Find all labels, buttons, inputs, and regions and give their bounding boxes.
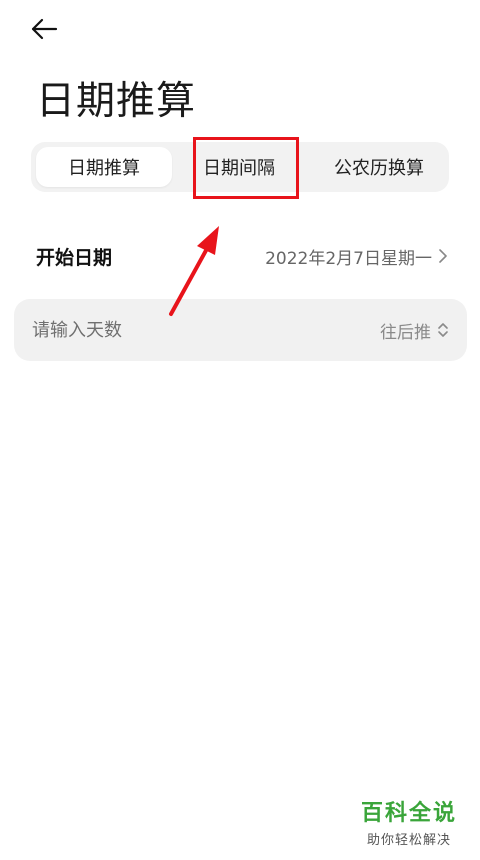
direction-selector[interactable]: 往后推	[380, 318, 449, 343]
arrow-left-icon	[31, 18, 58, 40]
highlight-box	[193, 137, 299, 199]
watermark: 百科全说 助你轻松解决	[354, 795, 464, 848]
back-button[interactable]	[30, 12, 70, 46]
days-input[interactable]	[32, 319, 272, 341]
chevron-right-icon	[439, 249, 447, 263]
start-date-value: 2022年2月7日星期一	[265, 248, 432, 269]
page-title: 日期推算	[36, 79, 197, 124]
direction-label: 往后推	[380, 322, 431, 343]
start-date-row[interactable]: 开始日期 2022年2月7日星期一	[36, 234, 448, 278]
up-down-chevron-icon	[438, 323, 448, 337]
red-arrow	[169, 226, 219, 316]
watermark-title: 百科全说	[360, 801, 457, 826]
start-date-value-group: 2022年2月7日星期一	[265, 244, 448, 269]
days-input-card: 往后推	[14, 299, 467, 361]
watermark-subtitle: 助你轻松解决	[366, 833, 451, 848]
start-date-label: 开始日期	[36, 246, 113, 269]
tab-date-calc[interactable]: 日期推算	[36, 147, 172, 187]
tab-lunar-convert[interactable]: 公农历换算	[311, 147, 447, 187]
